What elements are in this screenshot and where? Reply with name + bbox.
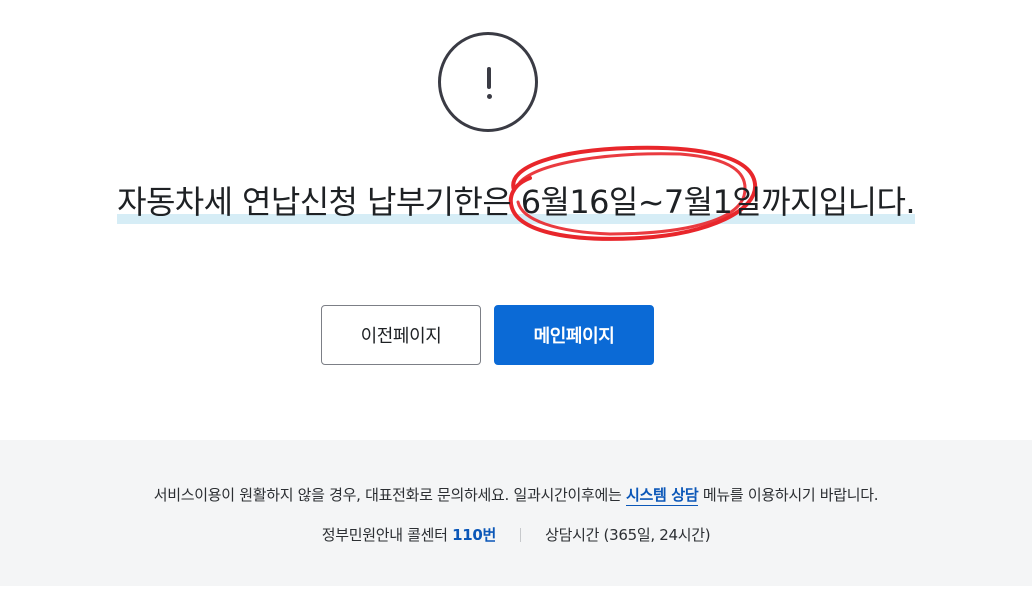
exclamation-dot — [486, 94, 492, 99]
page-message: 자동차세 연납신청 납부기한은 6월16일~7월1일까지입니다. — [0, 178, 1032, 226]
main-page-button[interactable]: 메인페이지 — [494, 305, 654, 365]
exclamation-circle-icon — [438, 32, 538, 132]
system-consult-link[interactable]: 시스템 상담 — [625, 486, 699, 506]
call-center-number: 110번 — [452, 526, 497, 544]
notice-text-before: 서비스이용이 원활하지 않을 경우, 대표전화로 문의하세요. 일과시간이후에는 — [153, 486, 626, 504]
call-center-label: 정부민원안내 콜센터 — [321, 526, 453, 544]
call-center-line: 정부민원안내 콜센터 110번 상담시간 (365일, 24시간) — [0, 524, 1032, 545]
error-page: 자동차세 연납신청 납부기한은 6월16일~7월1일까지입니다. 이전페이지 메… — [0, 0, 1032, 594]
footer-notice: 서비스이용이 원활하지 않을 경우, 대표전화로 문의하세요. 일과시간이후에는… — [0, 440, 1032, 586]
page-message-text: 자동차세 연납신청 납부기한은 6월16일~7월1일까지입니다. — [117, 183, 915, 221]
page-message-wrap: 자동차세 연납신청 납부기한은 6월16일~7월1일까지입니다. — [117, 178, 915, 226]
notice-text-after: 메뉴를 이용하시기 바랍니다. — [698, 486, 879, 504]
footer-notice-line: 서비스이용이 원활하지 않을 경우, 대표전화로 문의하세요. 일과시간이후에는… — [0, 484, 1032, 506]
exclamation-bar — [487, 67, 491, 89]
divider — [520, 528, 522, 542]
previous-page-button[interactable]: 이전페이지 — [321, 305, 481, 365]
consult-hours: 상담시간 (365일, 24시간) — [545, 526, 711, 544]
